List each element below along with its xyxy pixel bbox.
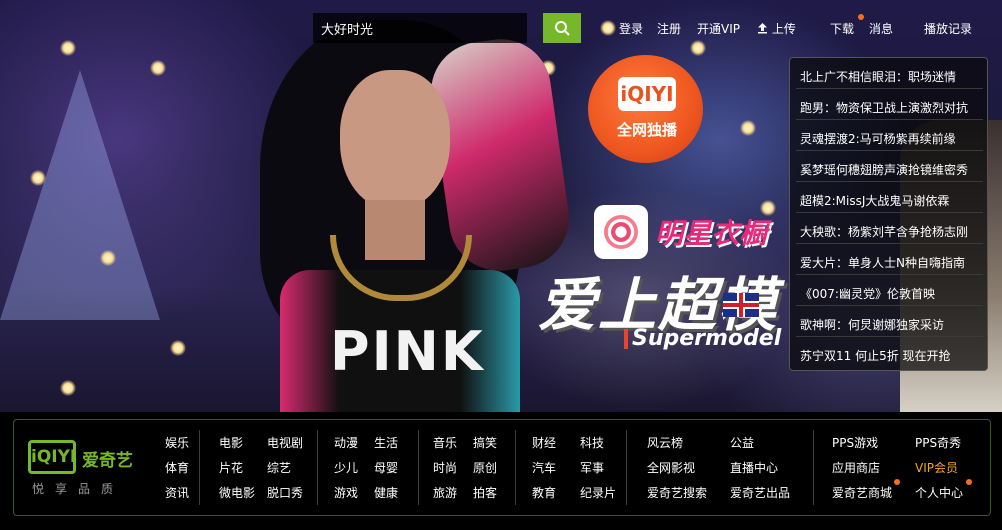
channel-link[interactable]: 爱奇艺搜索 [647, 484, 707, 501]
search-button[interactable] [543, 13, 581, 43]
logo-slogan: 悦享品质 [32, 482, 125, 496]
channel-link[interactable]: PPS游戏 [832, 434, 878, 451]
search-input[interactable] [313, 13, 527, 43]
news-item[interactable]: 爱大片：单身人士N种自嗨指南 [800, 254, 985, 271]
channel-link[interactable]: 直播中心 [730, 459, 778, 476]
channel-link[interactable]: 拍客 [473, 484, 497, 501]
history-link[interactable]: 播放记录 [924, 20, 972, 37]
brand-app-icon [594, 205, 648, 259]
news-item[interactable]: 灵魂摆渡2:马可杨紫再续前缘 [800, 130, 985, 147]
channel-link[interactable]: 少儿 [334, 459, 358, 476]
channel-link[interactable]: 公益 [730, 434, 754, 451]
channel-link[interactable]: 体育 [165, 459, 189, 476]
channel-link[interactable]: 军事 [580, 459, 604, 476]
news-item[interactable]: 超模2:MissJ大战鬼马谢依霖 [800, 192, 985, 209]
news-list: 北上广不相信眼泪：职场迷情 跑男：物资保卫战上演激烈对抗 灵魂摆渡2:马可杨紫再… [789, 57, 988, 371]
channel-link[interactable]: 原创 [473, 459, 497, 476]
channel-link[interactable]: 娱乐 [165, 434, 189, 451]
new-indicator-dot [966, 479, 972, 485]
messages-link[interactable]: 消息 [869, 20, 893, 37]
channel-link[interactable]: 科技 [580, 434, 604, 451]
channel-link[interactable]: 电影 [219, 434, 243, 451]
channel-link[interactable]: 风云榜 [647, 434, 683, 451]
channel-link[interactable]: 电视剧 [267, 434, 303, 451]
channel-link[interactable]: 脱口秀 [267, 484, 303, 501]
iqiyi-badge-logo: iQIYI [618, 77, 676, 111]
channel-link[interactable]: 爱奇艺出品 [730, 484, 790, 501]
channel-link[interactable]: 片花 [219, 459, 243, 476]
channel-link[interactable]: 健康 [374, 484, 398, 501]
channel-link[interactable]: 生活 [374, 434, 398, 451]
show-subtitle: Supermodel [632, 326, 782, 351]
news-item[interactable]: 大秧歌：杨紫刘芊含争抢杨志刚 [800, 223, 985, 240]
channel-link[interactable]: 母婴 [374, 459, 398, 476]
exclusive-badge: iQIYI 全网独播 [588, 55, 703, 163]
logo-box: iQIYI [28, 440, 76, 474]
news-item[interactable]: 跑男：物资保卫战上演激烈对抗 [800, 99, 985, 116]
news-item[interactable]: 歌神啊：何炅谢娜独家采访 [800, 316, 985, 333]
upload-icon [758, 23, 767, 34]
channel-link[interactable]: 教育 [532, 484, 556, 501]
channel-link[interactable]: 游戏 [334, 484, 358, 501]
news-item[interactable]: 奚梦瑶何穗翅膀声演抢镜维密秀 [800, 161, 985, 178]
channel-link[interactable]: PPS奇秀 [915, 434, 961, 451]
search-bar [313, 13, 581, 43]
channel-nav: iQIYI 爱奇艺 悦享品质 娱乐 体育 资讯 电影 片花 微电影 电视剧 综艺… [13, 419, 991, 516]
upload-link[interactable]: 上传 [757, 20, 796, 37]
channel-link[interactable]: 音乐 [433, 434, 457, 451]
channel-link[interactable]: 纪录片 [580, 484, 616, 501]
channel-link[interactable]: 个人中心 [915, 484, 963, 501]
channel-link[interactable]: 搞笑 [473, 434, 497, 451]
channel-link[interactable]: 财经 [532, 434, 556, 451]
channel-link[interactable]: 综艺 [267, 459, 291, 476]
channel-link[interactable]: 时尚 [433, 459, 457, 476]
vip-link[interactable]: 开通VIP [697, 20, 740, 37]
news-item[interactable]: 苏宁双11 何止5折 现在开抢 [800, 347, 985, 364]
logo-name: 爱奇艺 [82, 451, 133, 471]
new-indicator-dot [894, 479, 900, 485]
badge-text: 全网独播 [616, 121, 677, 139]
channel-link[interactable]: 旅游 [433, 484, 457, 501]
channel-link[interactable]: 全网影视 [647, 459, 695, 476]
notification-dot [858, 14, 864, 20]
download-link[interactable]: 下载 [830, 20, 854, 37]
channel-link[interactable]: 汽车 [532, 459, 556, 476]
upload-label: 上传 [771, 22, 796, 36]
channel-link[interactable]: 应用商店 [832, 459, 880, 476]
model-photo: PINK [220, 0, 576, 412]
vip-member-link[interactable]: VIP会员 [915, 459, 958, 476]
news-item[interactable]: 《007:幽灵党》伦敦首映 [800, 285, 985, 302]
channel-link[interactable]: 动漫 [334, 434, 358, 451]
brand-text: 明星衣橱 [655, 217, 768, 250]
stage-star-decoration [0, 70, 160, 320]
register-link[interactable]: 注册 [657, 20, 681, 37]
news-item[interactable]: 北上广不相信眼泪：职场迷情 [800, 68, 985, 85]
channel-link[interactable]: 爱奇艺商城 [832, 484, 892, 501]
channel-link[interactable]: 资讯 [165, 484, 189, 501]
search-icon [555, 21, 570, 36]
login-link[interactable]: 登录 [619, 20, 643, 37]
channel-link[interactable]: 微电影 [219, 484, 255, 501]
show-subtitle-wrap: Supermodel [624, 326, 781, 351]
uk-flag-icon [723, 293, 759, 317]
